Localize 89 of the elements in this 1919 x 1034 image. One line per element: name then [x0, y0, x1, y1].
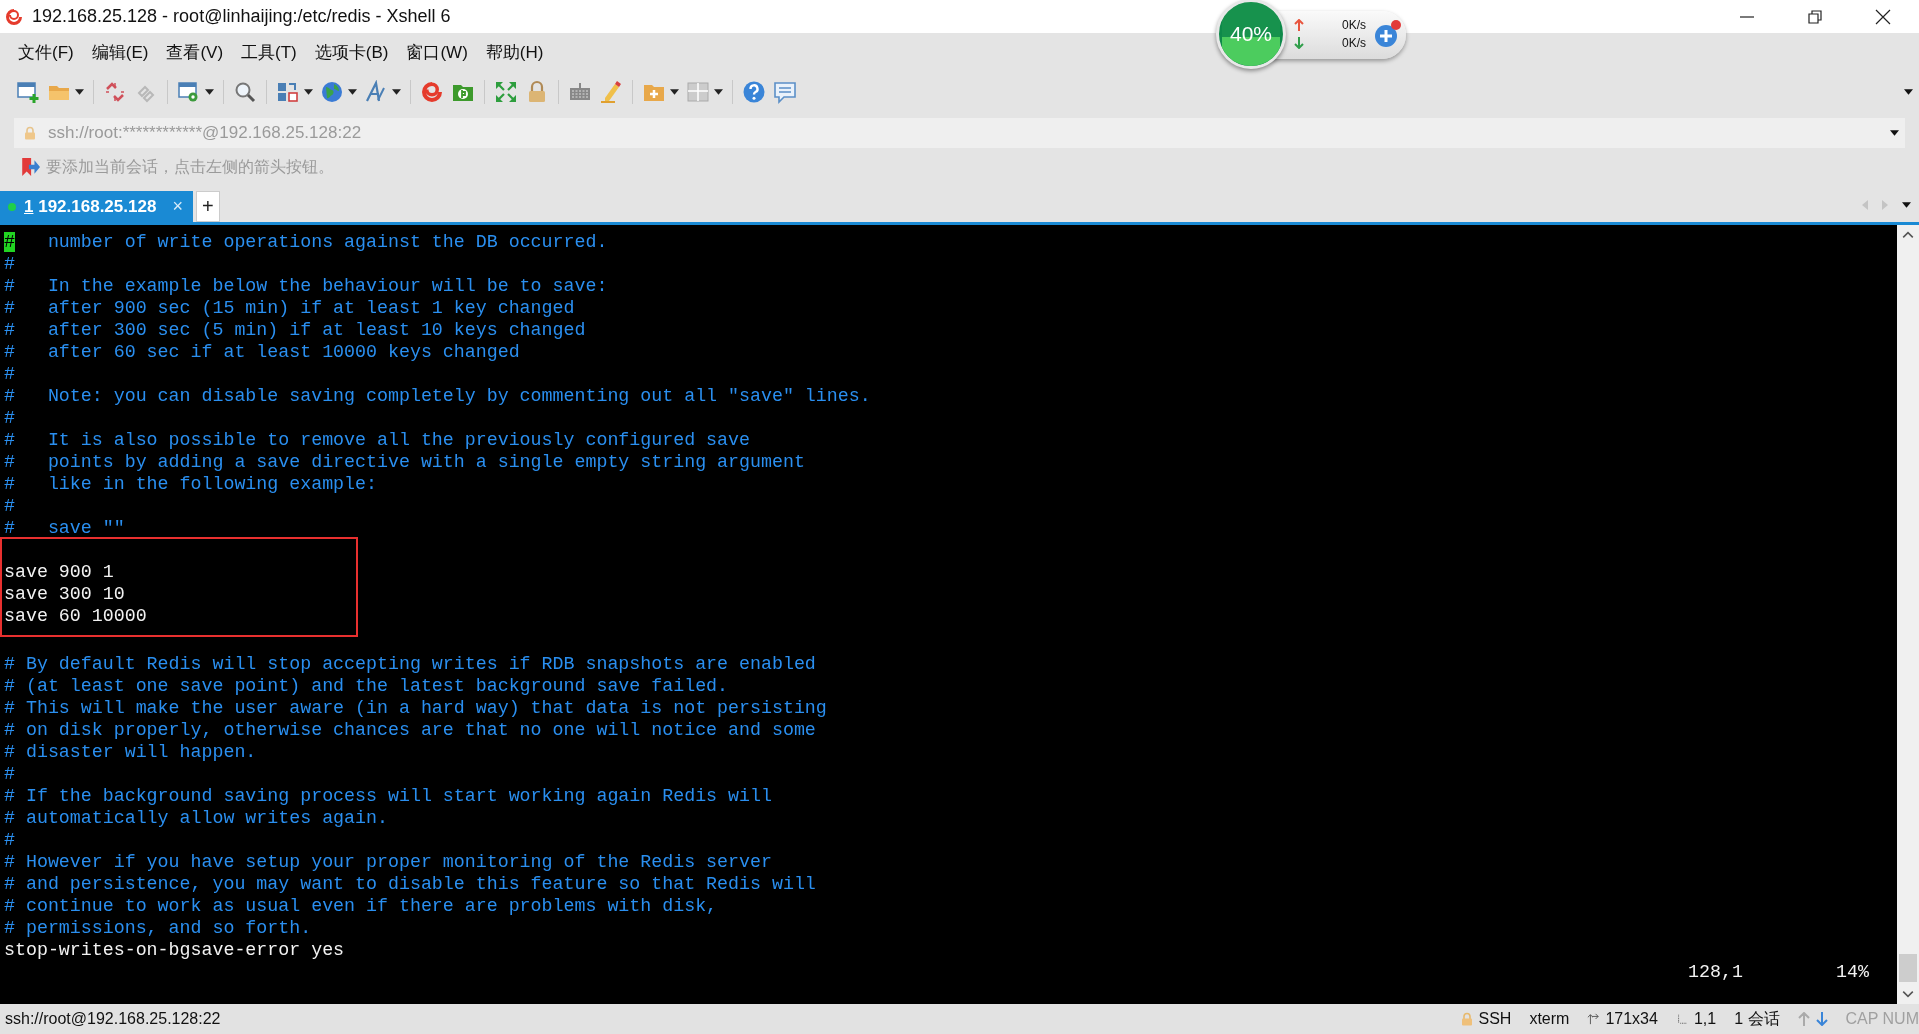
- up-arrow-icon: [1294, 19, 1304, 31]
- terminal-type: xterm: [1529, 1010, 1570, 1028]
- up-arrow-icon: [1797, 1012, 1810, 1026]
- terminal-line: #: [4, 364, 15, 384]
- terminal-line: # after 300 sec (5 min) if at least 10 keys changed: [4, 320, 586, 340]
- menu-item[interactable]: 窗口(W): [404, 39, 470, 66]
- terminal-line: # automatically allow writes again.: [4, 808, 388, 828]
- down-arrow-icon: [1815, 1012, 1828, 1026]
- terminal-line: # This will make the user aware (in a hard way) that data is not persisting: [4, 698, 827, 718]
- caret-icon[interactable]: [1904, 88, 1913, 95]
- cursor-text: 1,1: [1693, 1010, 1717, 1028]
- down-arrow-icon: [1294, 37, 1304, 49]
- menu-item[interactable]: 查看(V): [164, 39, 226, 66]
- restore-icon[interactable]: [1807, 8, 1823, 25]
- caret-icon[interactable]: [670, 88, 679, 95]
- terminal-line: #: [4, 496, 15, 516]
- terminal-line: #: [4, 830, 15, 850]
- terminal-line: save 60 10000: [4, 606, 147, 626]
- text-cursor: #: [4, 232, 15, 252]
- terminal-line: # It is also possible to remove all the previously configured save: [4, 430, 750, 450]
- terminal-size: 171x34: [1605, 1010, 1658, 1028]
- window-title: 192.168.25.128 - root@linhaijing:/etc/redis - Xshell 6: [32, 6, 451, 27]
- terminal-line: #: [4, 764, 15, 784]
- terminal-line: # In the example below the behaviour will be to save:: [4, 276, 608, 296]
- network-monitor[interactable]: 40% 0K/s 0K/s: [1216, 1, 1406, 67]
- terminal-line: # By default Redis will stop accepting writes if RDB snapshots are enabled: [4, 654, 816, 674]
- scroll-down-icon[interactable]: [1902, 990, 1914, 998]
- caret-icon[interactable]: [304, 88, 313, 95]
- terminal-line: #: [4, 254, 15, 274]
- terminal-line: # after 900 sec (15 min) if at least 1 key changed: [4, 298, 575, 318]
- scroll-up-icon[interactable]: [1902, 231, 1914, 239]
- lock-icon: [1460, 1012, 1473, 1026]
- upload-rate: 0K/s: [1342, 18, 1366, 32]
- session-tab[interactable]: 1 192.168.25.128 ×: [0, 191, 193, 222]
- chat-icon[interactable]: [773, 79, 797, 104]
- new-window-icon[interactable]: [16, 79, 40, 104]
- scrollbar[interactable]: [1897, 225, 1919, 1004]
- caret-icon[interactable]: [392, 88, 401, 95]
- key-state: CAP NUM: [1845, 1010, 1919, 1028]
- terminal-line: # disaster will happen.: [4, 742, 257, 762]
- terminal-line: # like in the following example:: [4, 474, 377, 494]
- cursor-icon: [1675, 1012, 1688, 1026]
- bookmark-arrow-icon[interactable]: [20, 157, 40, 177]
- terminal-line: stop-writes-on-bgsave-error yes: [4, 940, 345, 960]
- terminal-line: # and persistence, you may want to disable this feature so that Redis will: [4, 874, 816, 894]
- menu-item[interactable]: 工具(T): [239, 39, 299, 66]
- menu-item[interactable]: 文件(F): [16, 39, 76, 66]
- resize-icon: [1587, 1012, 1600, 1026]
- terminal-line: # continue to work as usual even if there are problems with disk,: [4, 896, 718, 916]
- plus-icon[interactable]: [1372, 19, 1402, 49]
- scroll-thumb[interactable]: [1899, 954, 1917, 982]
- terminal-line: number of write operations against the DB occurred.: [46, 232, 608, 252]
- terminal-line: # (at least one save point) and the latest background save failed.: [4, 676, 729, 696]
- menu-item[interactable]: 帮助(H): [483, 39, 546, 66]
- protocol-text: SSH: [1478, 1010, 1512, 1028]
- scroll-percent: 14%: [1836, 961, 1869, 983]
- terminal-line: # If the background saving process will start working again Redis will: [4, 786, 772, 806]
- terminal-line: # Note: you can disable saving completely by commenting out all "save" lines.: [4, 386, 871, 406]
- address-text: ssh://root:************@192.168.25.128:22: [48, 123, 362, 143]
- terminal-line: #: [4, 408, 15, 428]
- caret-icon[interactable]: [1902, 202, 1911, 208]
- terminal-line: save 900 1: [4, 562, 114, 582]
- lock-icon: [24, 126, 36, 140]
- download-rate: 0K/s: [1342, 36, 1366, 50]
- connection-text: ssh://root@192.168.25.128:22: [5, 1010, 221, 1028]
- pen-icon[interactable]: [599, 79, 623, 104]
- swirl-icon[interactable]: [420, 79, 444, 104]
- caret-icon[interactable]: [1890, 130, 1899, 136]
- menu-item[interactable]: 选项卡(B): [312, 39, 391, 66]
- app-logo-icon: [4, 6, 24, 27]
- session-count: 1 会话: [1734, 1008, 1780, 1029]
- terminal-line: # save "": [4, 518, 125, 538]
- terminal-line: # However if you have setup your proper monitoring of the Redis server: [4, 852, 772, 872]
- terminal-line: # points by adding a save directive with a single empty string argument: [4, 452, 805, 472]
- terminal-line: save 300 10: [4, 584, 125, 604]
- new-tab-button[interactable]: +: [195, 191, 220, 222]
- hint-text: 要添加当前会话，点击左侧的箭头按钮。: [46, 156, 334, 177]
- terminal-line: # after 60 sec if at least 10000 keys changed: [4, 342, 520, 362]
- caret-icon[interactable]: [714, 88, 723, 95]
- caret-icon[interactable]: [348, 88, 357, 95]
- help-icon[interactable]: [742, 79, 766, 104]
- menu-item[interactable]: 编辑(E): [89, 39, 151, 66]
- caret-icon[interactable]: [205, 88, 214, 95]
- close-icon[interactable]: [1875, 8, 1891, 25]
- cursor-position: 128,1: [1688, 961, 1743, 983]
- caret-icon[interactable]: [75, 88, 84, 95]
- terminal-line: # on disk properly, otherwise chances are that no one will notice and some: [4, 720, 816, 740]
- expand-icon[interactable]: [494, 79, 518, 104]
- terminal-line: # permissions, and so forth.: [4, 918, 312, 938]
